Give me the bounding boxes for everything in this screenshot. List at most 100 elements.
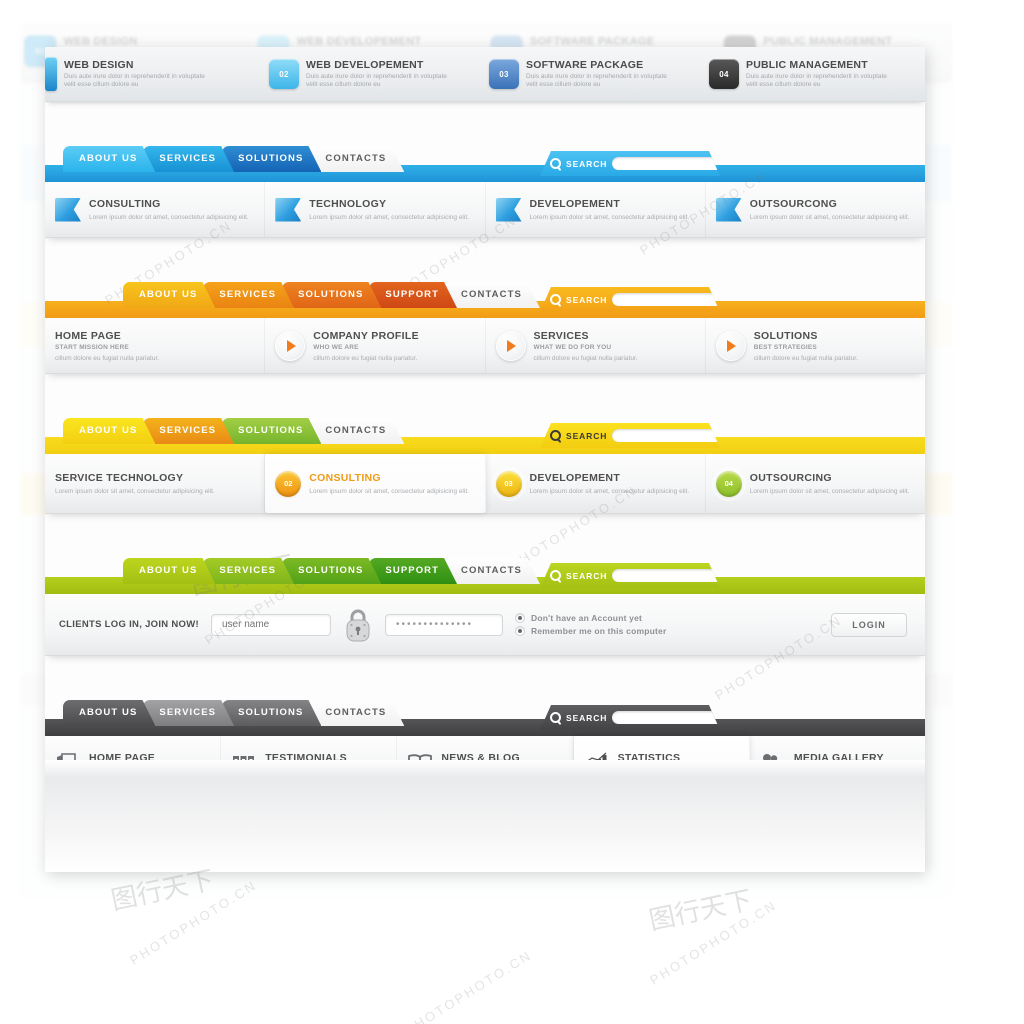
- tab-services[interactable]: SERVICES: [143, 146, 234, 172]
- yellow-navbar: ABOUT US SERVICES SOLUTIONS CONTACTS SEA…: [45, 416, 925, 454]
- feature-strip: WEB DESIGN Duis aute irure dolor in repr…: [45, 47, 925, 102]
- tab-contacts[interactable]: CONTACTS: [309, 146, 404, 172]
- search-input[interactable]: [612, 711, 722, 724]
- item-title: SERVICES: [533, 329, 589, 342]
- tab-label: CONTACTS: [325, 707, 387, 718]
- login-lead-text: CLIENTS LOG IN, JOIN NOW!: [59, 619, 199, 630]
- list-item[interactable]: SOLUTIONS BEST STRATEGIES cillum dolore …: [706, 318, 925, 373]
- item-title: OUTSOURCING: [749, 472, 832, 484]
- tab-label: SOLUTIONS: [298, 289, 364, 300]
- item-desc: Lorem ipsum dolor sit amet, consectetur …: [309, 214, 469, 221]
- feature-item[interactable]: 02 WEB DEVELOPEMENT Duis aute irure dolo…: [265, 47, 485, 101]
- feature-item[interactable]: 03 SOFTWARE PACKAGE Duis aute irure dolo…: [485, 47, 705, 101]
- tab-label: SUPPORT: [385, 289, 440, 300]
- tab-about-us[interactable]: ABOUT US: [63, 700, 155, 726]
- radio-icon[interactable]: [514, 626, 525, 636]
- list-item[interactable]: SERVICES WHAT WE DO FOR YOU cillum dolor…: [486, 318, 706, 373]
- tab-contacts[interactable]: CONTACTS: [445, 282, 540, 308]
- tab-solutions[interactable]: SOLUTIONS: [222, 146, 321, 172]
- search-icon: [550, 294, 561, 305]
- item-subtitle: WHO WE ARE: [313, 343, 359, 351]
- tab-services[interactable]: SERVICES: [203, 558, 294, 584]
- tab-support[interactable]: SUPPORT: [369, 282, 457, 308]
- list-item[interactable]: DEVELOPEMENT Lorem ipsum dolor sit amet,…: [486, 182, 706, 237]
- list-item[interactable]: 04 OUTSOURCING Lorem ipsum dolor sit ame…: [706, 454, 925, 513]
- item-desc: Lorem ipsum dolor sit amet, consectetur …: [55, 488, 215, 495]
- search-input[interactable]: [612, 429, 722, 442]
- flag-icon: [55, 197, 81, 222]
- option-remember-me[interactable]: Remember me on this computer: [514, 626, 667, 636]
- tab-support[interactable]: SUPPORT: [369, 558, 457, 584]
- item-desc: cillum dolore eu fugiat nulla pariatur.: [313, 354, 418, 362]
- blue-search-box[interactable]: SEARCH: [540, 151, 720, 176]
- password-input[interactable]: [384, 613, 503, 636]
- tab-label: SUPPORT: [385, 565, 440, 576]
- play-icon: [715, 330, 746, 361]
- item-desc: cillum dolore eu fugiat nulla pariatur.: [753, 354, 858, 362]
- search-label: SEARCH: [566, 430, 608, 441]
- search-icon: [550, 712, 561, 723]
- tab-label: CONTACTS: [325, 425, 387, 436]
- item-title: SERVICE TECHNOLOGY: [55, 472, 184, 484]
- blue-navbar: ABOUT US SERVICES SOLUTIONS CONTACTS SEA…: [45, 144, 925, 182]
- orange-panel: HOME PAGE START MISSION HERE cillum dolo…: [45, 318, 925, 374]
- yellow-search-box[interactable]: SEARCH: [540, 423, 720, 448]
- tab-services[interactable]: SERVICES: [143, 700, 234, 726]
- tab-about-us[interactable]: ABOUT US: [123, 558, 215, 584]
- feature-desc: Duis aute irure dolor in reprehenderit i…: [526, 72, 667, 89]
- login-bar: CLIENTS LOG IN, JOIN NOW! user name ••••…: [45, 594, 925, 656]
- tab-contacts[interactable]: CONTACTS: [445, 558, 540, 584]
- tab-services[interactable]: SERVICES: [203, 282, 294, 308]
- list-item[interactable]: 02 CONSULTING Lorem ipsum dolor sit amet…: [265, 454, 486, 513]
- login-button[interactable]: LOGIN: [831, 612, 907, 637]
- tab-contacts[interactable]: CONTACTS: [309, 418, 404, 444]
- flag-icon: [715, 197, 742, 222]
- tab-label: ABOUT US: [139, 565, 198, 576]
- username-input[interactable]: [210, 613, 331, 636]
- search-input[interactable]: [612, 293, 722, 306]
- feature-item[interactable]: 04 PUBLIC MANAGEMENT Duis aute irure dol…: [705, 47, 925, 101]
- template-showcase-card: WEB DESIGN Duis aute irure dolor in repr…: [45, 47, 925, 872]
- list-item[interactable]: SERVICE TECHNOLOGY Lorem ipsum dolor sit…: [45, 454, 266, 513]
- list-item[interactable]: OUTSOURCONG Lorem ipsum dolor sit amet, …: [706, 182, 925, 237]
- tab-services[interactable]: SERVICES: [143, 418, 234, 444]
- option-no-account[interactable]: Don't have an Account yet: [514, 613, 667, 623]
- orange-search-box[interactable]: SEARCH: [540, 287, 720, 312]
- tab-contacts[interactable]: CONTACTS: [309, 700, 404, 726]
- search-input[interactable]: [612, 569, 722, 582]
- feature-desc: Duis aute irure dolor in reprehenderit i…: [746, 72, 887, 89]
- tab-label: SOLUTIONS: [238, 425, 304, 436]
- green-tab-list: ABOUT US SERVICES SOLUTIONS SUPPORT CONT…: [123, 558, 528, 584]
- radio-icon[interactable]: [514, 613, 525, 623]
- tab-label: SERVICES: [159, 153, 217, 164]
- list-item[interactable]: COMPANY PROFILE WHO WE ARE cillum dolore…: [265, 318, 486, 373]
- item-desc: Lorem ipsum dolor sit amet, consectetur …: [749, 488, 910, 495]
- number-badge-03: 03: [495, 470, 522, 497]
- feature-item[interactable]: WEB DESIGN Duis aute irure dolor in repr…: [45, 47, 265, 101]
- blue-panel: CONSULTING Lorem ipsum dolor sit amet, c…: [45, 182, 925, 238]
- flag-icon: [495, 197, 522, 222]
- tab-solutions[interactable]: SOLUTIONS: [222, 418, 321, 444]
- list-item[interactable]: TECHNOLOGY Lorem ipsum dolor sit amet, c…: [265, 182, 486, 237]
- padlock-icon: [343, 607, 373, 643]
- tab-solutions[interactable]: SOLUTIONS: [282, 282, 381, 308]
- tab-solutions[interactable]: SOLUTIONS: [222, 700, 321, 726]
- list-item[interactable]: 03 DEVELOPEMENT Lorem ipsum dolor sit am…: [486, 454, 706, 513]
- green-search-box[interactable]: SEARCH: [540, 563, 720, 588]
- list-item[interactable]: CONSULTING Lorem ipsum dolor sit amet, c…: [45, 182, 266, 237]
- feature-title: WEB DEVELOPEMENT: [306, 58, 424, 71]
- search-input[interactable]: [612, 157, 722, 170]
- watermark-text: PHOTOPHOTO.CN: [127, 877, 260, 968]
- dark-search-box[interactable]: SEARCH: [540, 705, 720, 730]
- watermark-text: PHOTOPHOTO.CN: [647, 897, 780, 988]
- list-item[interactable]: HOME PAGE START MISSION HERE cillum dolo…: [45, 318, 266, 373]
- option-label: Remember me on this computer: [530, 626, 667, 636]
- watermark-text: PHOTOPHOTO.CN: [402, 947, 535, 1024]
- item-title: OUTSOURCONG: [749, 198, 838, 210]
- item-title: CONSULTING: [309, 472, 381, 484]
- tab-about-us[interactable]: ABOUT US: [123, 282, 215, 308]
- tab-about-us[interactable]: ABOUT US: [63, 146, 155, 172]
- tab-solutions[interactable]: SOLUTIONS: [282, 558, 381, 584]
- screenshot-stage: 01 WEB DESIGNDuis aute irure dolor in re…: [0, 0, 1024, 1024]
- tab-about-us[interactable]: ABOUT US: [63, 418, 155, 444]
